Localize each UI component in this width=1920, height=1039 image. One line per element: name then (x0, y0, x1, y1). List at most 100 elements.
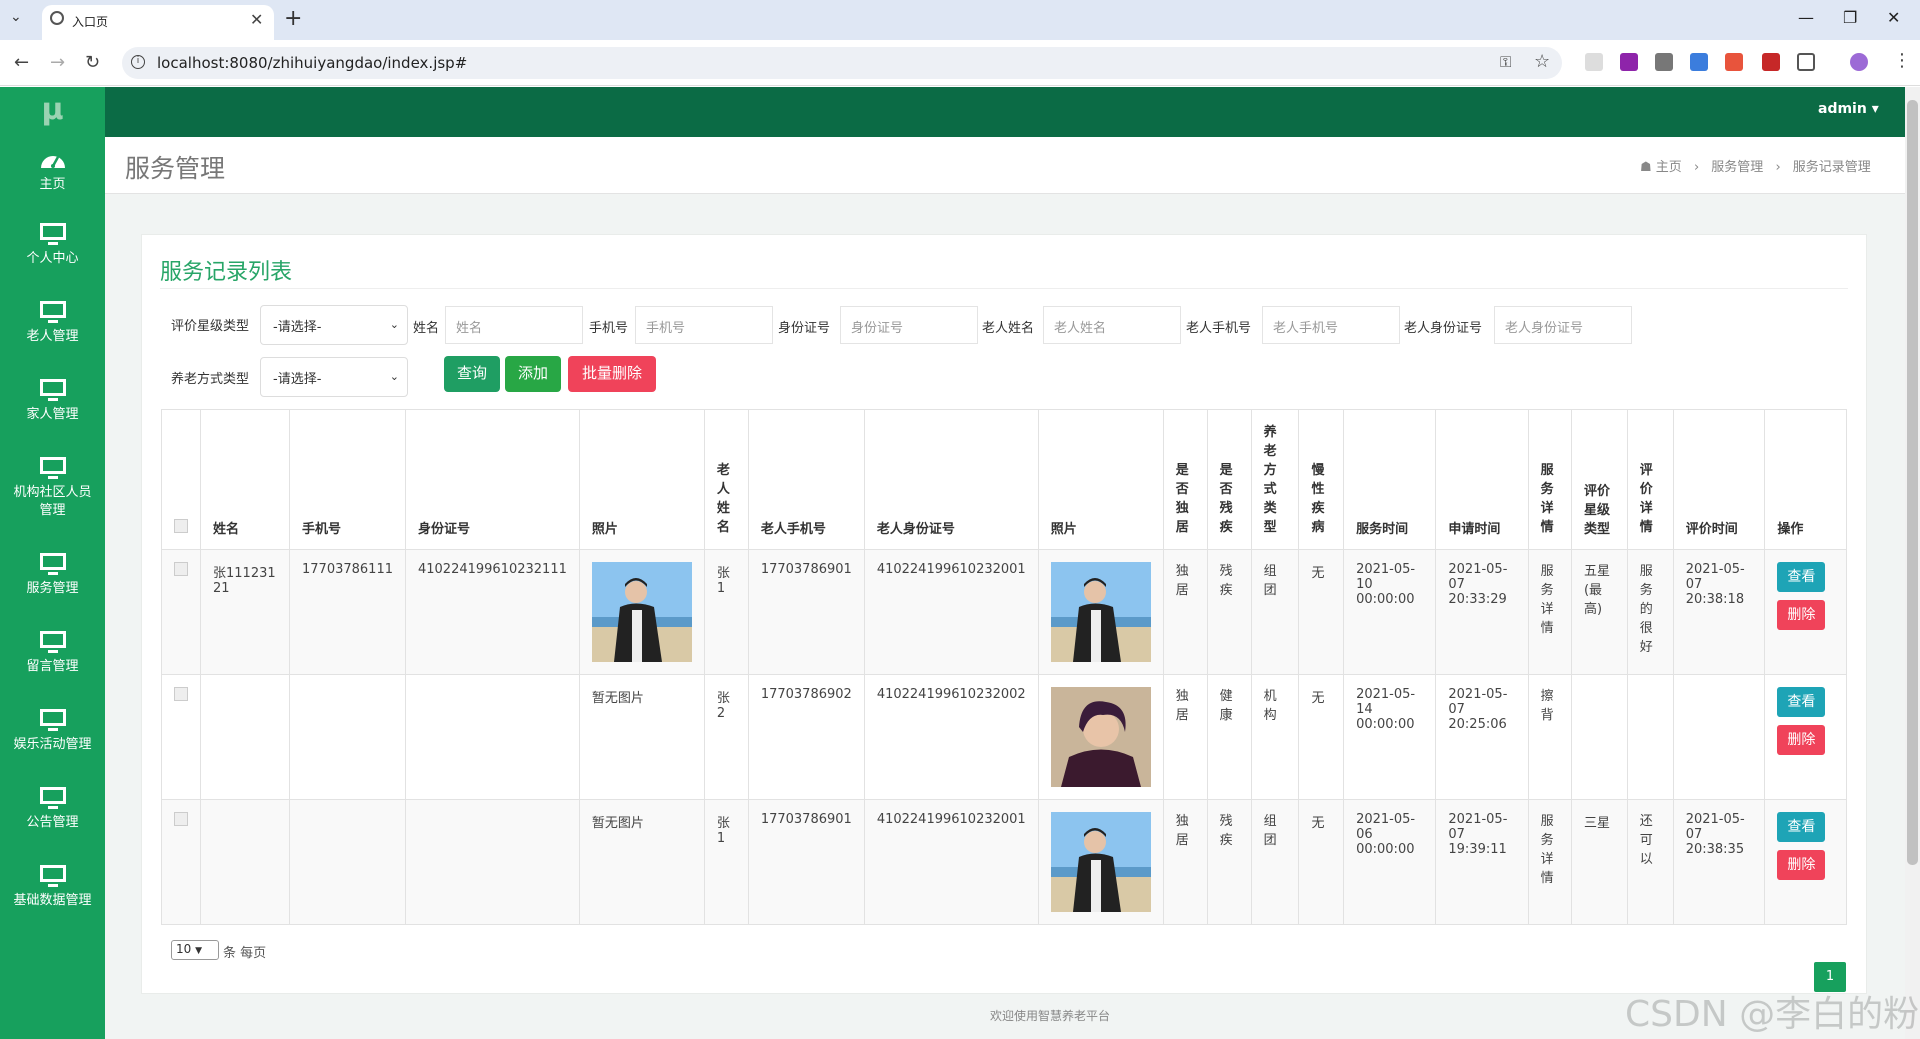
extension-icon[interactable] (1585, 53, 1603, 71)
col-header[interactable]: 身份证号 (404, 409, 580, 550)
view-button[interactable]: 查看 (1777, 812, 1826, 842)
cell-id: 410224199610232111 (404, 549, 580, 675)
bookmark-star-icon[interactable]: ☆ (1534, 51, 1550, 72)
delete-button[interactable]: 删除 (1777, 850, 1826, 880)
puzzle-icon[interactable] (1797, 53, 1815, 71)
rating-type-select[interactable]: -请选择- ⌄ (260, 305, 408, 345)
row-select (161, 549, 201, 675)
tab-close-icon[interactable]: ✕ (250, 10, 263, 29)
extension-icon[interactable] (1762, 53, 1780, 71)
sidebar-item-activities[interactable]: 娱乐活动管理 (0, 708, 105, 754)
per-page-label: 条 每页 (223, 946, 267, 961)
cell-id (404, 674, 580, 800)
key-icon[interactable]: ⚿ (1500, 53, 1511, 71)
add-button[interactable]: 添加 (505, 356, 561, 392)
scrollbar-thumb[interactable] (1907, 100, 1918, 865)
back-icon[interactable]: ← (14, 52, 29, 73)
col-header[interactable]: 评价时间 (1672, 409, 1766, 550)
home-icon: ☗ (1640, 160, 1652, 175)
sidebar-item-services[interactable]: 服务管理 (0, 552, 105, 598)
col-header[interactable]: 申请时间 (1435, 409, 1529, 550)
sidebar-item-elders[interactable]: 老人管理 (0, 300, 105, 346)
sidebar-item-family[interactable]: 家人管理 (0, 378, 105, 424)
restore-icon[interactable]: ❐ (1843, 8, 1857, 27)
extension-icon[interactable] (1690, 53, 1708, 71)
sidebar-item-personal[interactable]: 个人中心 (0, 222, 105, 268)
phone-input[interactable]: 手机号 (635, 306, 773, 344)
col-header[interactable]: 服务时间 (1343, 409, 1437, 550)
sidebar-item-staff[interactable]: 机构社区人员管理 (0, 456, 105, 520)
table-row: 暂无图片 张1 17703786901 410224199610232001 独… (161, 799, 1847, 925)
tab-search-icon[interactable]: ⌄ (10, 9, 22, 25)
row-checkbox[interactable] (174, 812, 188, 826)
monitor-icon (39, 631, 66, 653)
col-header[interactable]: 慢性疾病 (1298, 409, 1345, 550)
cell-elder-photo (1037, 549, 1164, 675)
extension-icon[interactable] (1725, 53, 1743, 71)
col-header[interactable]: 是否独居 (1162, 409, 1208, 550)
view-button[interactable]: 查看 (1777, 562, 1826, 592)
breadcrumb-services[interactable]: 服务管理 (1711, 160, 1763, 175)
person-photo (1050, 562, 1151, 662)
row-checkbox[interactable] (174, 687, 188, 701)
col-header[interactable]: 服务详情 (1527, 409, 1572, 550)
page-size-select[interactable]: 10 ▼ (171, 940, 219, 960)
sidebar-item-label: 家人管理 (26, 407, 79, 422)
delete-button[interactable]: 删除 (1777, 725, 1826, 755)
sidebar-item-notices[interactable]: 公告管理 (0, 786, 105, 832)
col-header[interactable]: 老人姓名 (703, 409, 749, 550)
elder-id-input[interactable]: 老人身份证号 (1494, 306, 1632, 344)
reload-icon[interactable]: ↻ (85, 52, 100, 73)
sidebar-item-basedata[interactable]: 基础数据管理 (0, 864, 105, 910)
row-select (161, 674, 201, 800)
view-button[interactable]: 查看 (1777, 687, 1826, 717)
cell-rating: 五星(最高) (1570, 549, 1628, 675)
new-tab-icon[interactable]: + (284, 6, 302, 31)
site-info-icon[interactable]: i (131, 55, 145, 69)
cell-disabled: 残疾 (1206, 799, 1252, 925)
menu-icon[interactable]: ⋮ (1893, 50, 1911, 71)
query-button[interactable]: 查询 (444, 356, 500, 392)
care-type-select[interactable]: -请选择- ⌄ (260, 357, 408, 397)
extension-icon[interactable] (1620, 53, 1638, 71)
elder-phone-input[interactable]: 老人手机号 (1262, 306, 1400, 344)
col-header[interactable]: 养老方式类型 (1250, 409, 1300, 550)
col-header[interactable]: 评价星级类型 (1570, 409, 1628, 550)
cell-elder-id: 410224199610232001 (863, 549, 1039, 675)
user-menu[interactable]: admin ▾ (1818, 101, 1879, 117)
id-input[interactable]: 身份证号 (840, 306, 978, 344)
page-header (105, 137, 1905, 194)
cell-service-time: 2021-05-06 00:00:00 (1343, 799, 1437, 925)
service-records-table: 姓名 手机号 身份证号 照片 老人姓名 老人手机号 老人身份证号 照片 是否独居… (161, 409, 1847, 925)
sidebar-item-home[interactable]: 主页 (0, 148, 105, 194)
select-all-checkbox[interactable] (174, 519, 188, 533)
forward-icon[interactable]: → (50, 52, 65, 73)
batch-delete-button[interactable]: 批量删除 (568, 356, 656, 392)
cell-elder-name: 张2 (703, 674, 749, 800)
extension-icon[interactable] (1655, 53, 1673, 71)
url-text[interactable]: localhost:8080/zhihuiyangdao/index.jsp# (157, 54, 467, 72)
sidebar-item-messages[interactable]: 留言管理 (0, 630, 105, 676)
col-header[interactable]: 老人手机号 (747, 409, 865, 550)
col-header[interactable]: 姓名 (200, 409, 290, 550)
col-header[interactable]: 是否残疾 (1206, 409, 1252, 550)
row-checkbox[interactable] (174, 562, 188, 576)
name-label: 姓名 (413, 321, 440, 336)
close-window-icon[interactable]: ✕ (1887, 8, 1900, 27)
cell-care-type: 组团 (1250, 549, 1300, 675)
name-input[interactable]: 姓名 (445, 306, 583, 344)
delete-button[interactable]: 删除 (1777, 600, 1826, 630)
watermark: CSDN @李白的粉 (1625, 994, 1920, 1035)
cell-actions: 查看 删除 (1764, 549, 1847, 675)
elder-name-input[interactable]: 老人姓名 (1043, 306, 1181, 344)
avatar[interactable] (1850, 53, 1868, 71)
col-header[interactable]: 手机号 (289, 409, 406, 550)
sidebar-item-label: 个人中心 (26, 251, 79, 266)
col-header[interactable]: 评价详情 (1626, 409, 1674, 550)
col-header[interactable]: 老人身份证号 (863, 409, 1039, 550)
minimize-icon[interactable]: — (1798, 8, 1814, 27)
table-header-row: 姓名 手机号 身份证号 照片 老人姓名 老人手机号 老人身份证号 照片 是否独居… (161, 409, 1847, 550)
breadcrumb-home[interactable]: 主页 (1656, 160, 1682, 175)
monitor-icon (39, 787, 66, 809)
cell-disabled: 残疾 (1206, 549, 1252, 675)
